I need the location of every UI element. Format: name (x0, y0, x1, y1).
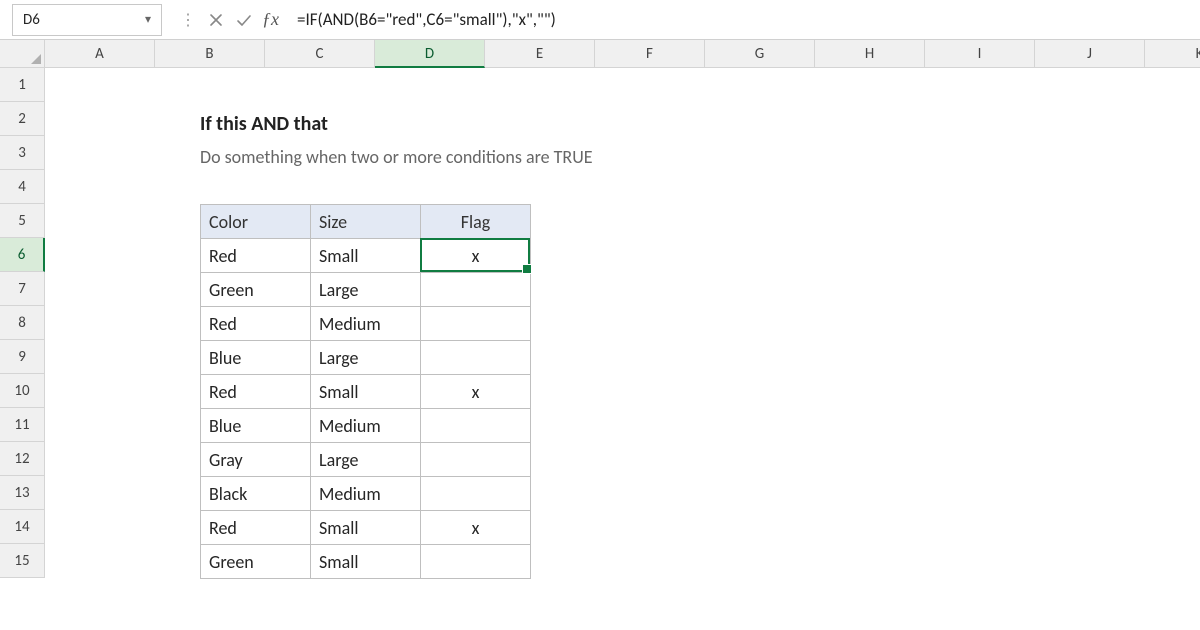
page-title: If this AND that (200, 112, 328, 136)
cell-flag[interactable]: x (421, 511, 531, 545)
chevron-down-icon: ▾ (145, 12, 151, 27)
cell-size[interactable]: Small (311, 375, 421, 409)
data-table: ColorSizeFlag RedSmallxGreenLargeRedMedi… (200, 204, 531, 579)
cell-color[interactable]: Green (201, 273, 311, 307)
row-header-12[interactable]: 12 (0, 442, 45, 476)
cell-size[interactable]: Medium (311, 307, 421, 341)
cell-color[interactable]: Red (201, 307, 311, 341)
row-header-2[interactable]: 2 (0, 102, 45, 136)
cell-flag[interactable]: x (421, 375, 531, 409)
cells-area[interactable]: If this AND that Do something when two o… (45, 68, 1200, 630)
cell-size[interactable]: Large (311, 443, 421, 477)
select-all-corner[interactable] (0, 40, 45, 68)
row-header-7[interactable]: 7 (0, 272, 45, 306)
cell-color[interactable]: Red (201, 375, 311, 409)
table-row: BlueMedium (201, 409, 531, 443)
table-row: RedMedium (201, 307, 531, 341)
table-row: RedSmallx (201, 239, 531, 273)
table-row: GrayLarge (201, 443, 531, 477)
divider: ⋮ (180, 10, 196, 30)
row-header-1[interactable]: 1 (0, 68, 45, 102)
column-header-G[interactable]: G (705, 40, 815, 68)
cell-flag[interactable] (421, 545, 531, 579)
cell-size[interactable]: Medium (311, 409, 421, 443)
table-row: GreenSmall (201, 545, 531, 579)
row-header-14[interactable]: 14 (0, 510, 45, 544)
formula-bar: D6 ▾ ⋮ ƒx (0, 0, 1200, 40)
cell-color[interactable]: Red (201, 239, 311, 273)
cell-color[interactable]: Green (201, 545, 311, 579)
row-header-15[interactable]: 15 (0, 544, 45, 578)
name-box-value: D6 (23, 11, 40, 29)
page-subtitle: Do something when two or more conditions… (200, 146, 593, 168)
cell-flag[interactable] (421, 477, 531, 511)
cell-color[interactable]: Blue (201, 341, 311, 375)
fx-icon[interactable]: ƒx (262, 9, 279, 30)
table-row: GreenLarge (201, 273, 531, 307)
row-header-11[interactable]: 11 (0, 408, 45, 442)
cell-flag[interactable] (421, 341, 531, 375)
cell-size[interactable]: Medium (311, 477, 421, 511)
formula-input[interactable] (297, 4, 1200, 36)
column-header-H[interactable]: H (815, 40, 925, 68)
name-box[interactable]: D6 ▾ (12, 4, 162, 36)
row-header-9[interactable]: 9 (0, 340, 45, 374)
column-header-F[interactable]: F (595, 40, 705, 68)
row-header-8[interactable]: 8 (0, 306, 45, 340)
cell-color[interactable]: Red (201, 511, 311, 545)
cell-color[interactable]: Black (201, 477, 311, 511)
table-row: RedSmallx (201, 375, 531, 409)
column-header-A[interactable]: A (45, 40, 155, 68)
cancel-icon[interactable] (202, 13, 230, 27)
column-header-D[interactable]: D (375, 40, 485, 68)
cell-flag[interactable] (421, 307, 531, 341)
column-headers: ABCDEFGHIJK (45, 40, 1200, 68)
cell-flag[interactable] (421, 443, 531, 477)
table-header-flag[interactable]: Flag (421, 205, 531, 239)
cell-size[interactable]: Small (311, 511, 421, 545)
row-header-3[interactable]: 3 (0, 136, 45, 170)
column-header-E[interactable]: E (485, 40, 595, 68)
cell-flag[interactable] (421, 409, 531, 443)
cell-flag[interactable] (421, 273, 531, 307)
cell-size[interactable]: Large (311, 341, 421, 375)
column-header-I[interactable]: I (925, 40, 1035, 68)
cell-size[interactable]: Small (311, 545, 421, 579)
enter-icon[interactable] (230, 13, 258, 27)
cell-color[interactable]: Gray (201, 443, 311, 477)
table-header-color[interactable]: Color (201, 205, 311, 239)
column-header-K[interactable]: K (1145, 40, 1200, 68)
cell-color[interactable]: Blue (201, 409, 311, 443)
column-header-C[interactable]: C (265, 40, 375, 68)
row-header-13[interactable]: 13 (0, 476, 45, 510)
table-row: BlackMedium (201, 477, 531, 511)
table-header-size[interactable]: Size (311, 205, 421, 239)
table-row: BlueLarge (201, 341, 531, 375)
cell-size[interactable]: Small (311, 239, 421, 273)
row-headers: 123456789101112131415 (0, 68, 45, 578)
cell-flag[interactable]: x (421, 239, 531, 273)
row-header-5[interactable]: 5 (0, 204, 45, 238)
row-header-6[interactable]: 6 (0, 238, 45, 272)
row-header-10[interactable]: 10 (0, 374, 45, 408)
column-header-B[interactable]: B (155, 40, 265, 68)
cell-size[interactable]: Large (311, 273, 421, 307)
spreadsheet-grid: 123456789101112131415 ABCDEFGHIJK If thi… (0, 40, 1200, 630)
row-header-4[interactable]: 4 (0, 170, 45, 204)
table-row: RedSmallx (201, 511, 531, 545)
column-header-J[interactable]: J (1035, 40, 1145, 68)
